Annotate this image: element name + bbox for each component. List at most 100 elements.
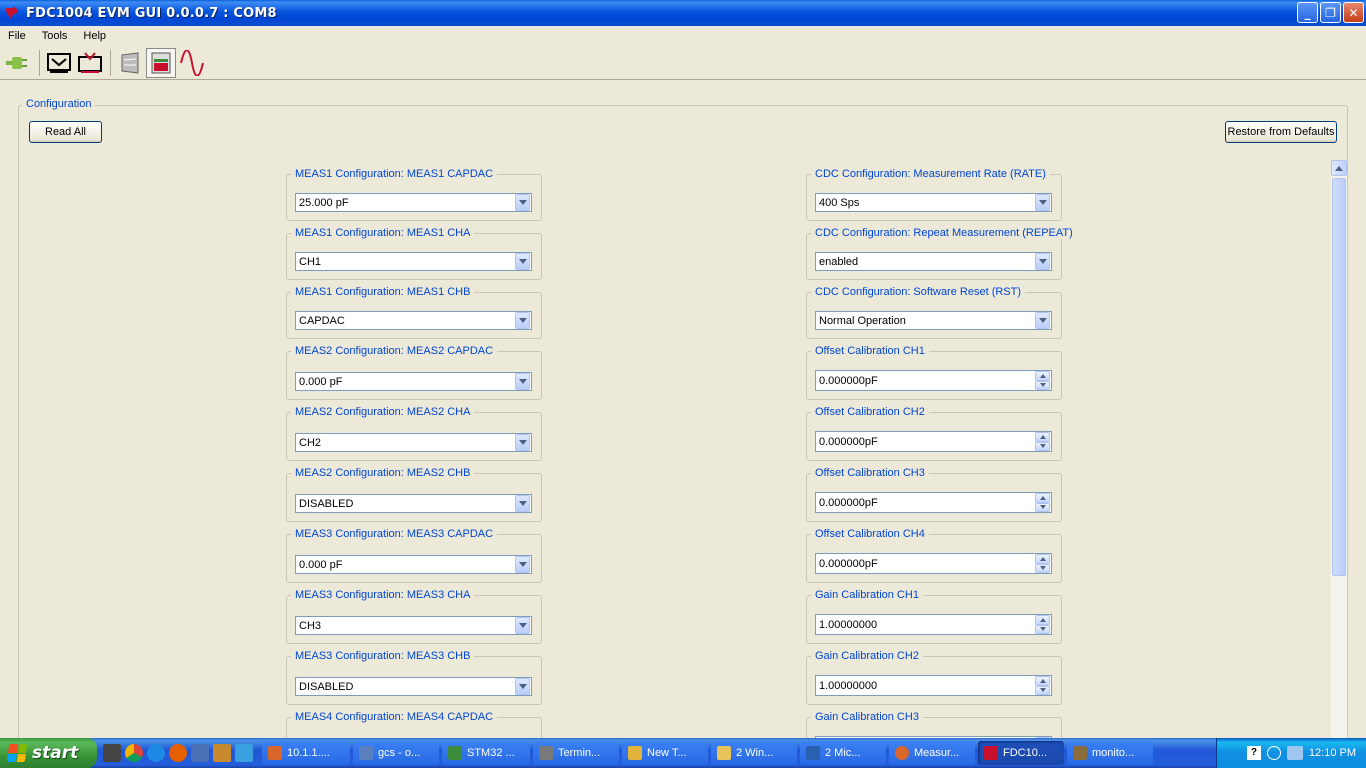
chevron-down-icon[interactable] <box>515 312 530 329</box>
graph-button[interactable] <box>177 48 207 78</box>
offset-ch2-spinner[interactable]: 0.000000pF <box>815 431 1052 452</box>
close-button[interactable]: ✕ <box>1343 2 1364 23</box>
register-map-button[interactable] <box>115 48 145 78</box>
menu-tools[interactable]: Tools <box>34 26 76 46</box>
toolbar-separator <box>39 49 40 76</box>
spin-down-icon[interactable] <box>1035 563 1050 573</box>
quick-launch <box>97 744 259 762</box>
spin-down-icon[interactable] <box>1035 502 1050 512</box>
task-item[interactable]: gcs - o... <box>353 741 439 765</box>
chevron-down-icon[interactable] <box>515 194 530 211</box>
chevron-down-icon[interactable] <box>1035 312 1050 329</box>
menu-help[interactable]: Help <box>75 26 114 46</box>
task-item-active[interactable]: FDC10... <box>978 741 1064 765</box>
toolbar <box>0 46 1366 80</box>
spin-down-icon[interactable] <box>1035 441 1050 451</box>
help-icon[interactable]: ? <box>1246 746 1261 760</box>
restore-button[interactable]: ❐ <box>1320 2 1341 23</box>
chevron-down-icon[interactable] <box>515 495 530 512</box>
offset-ch3-spinner[interactable]: 0.000000pF <box>815 492 1052 513</box>
minimize-button[interactable]: _ <box>1297 2 1318 23</box>
chevron-down-icon[interactable] <box>515 373 530 390</box>
meas1-cha-select[interactable]: CH1 <box>295 252 532 271</box>
chevron-down-icon[interactable] <box>515 556 530 573</box>
spin-up-icon[interactable] <box>1035 432 1050 442</box>
field-label: MEAS2 Configuration: MEAS2 CHB <box>291 467 475 479</box>
field-label: MEAS2 Configuration: MEAS2 CHA <box>291 406 475 418</box>
field-meas3-chb: MEAS3 Configuration: MEAS3 CHB DISABLED <box>286 650 542 705</box>
chevron-down-icon[interactable] <box>515 678 530 695</box>
spin-up-icon[interactable] <box>1035 676 1050 686</box>
meas3-chb-select[interactable]: DISABLED <box>295 677 532 696</box>
field-label: MEAS4 Configuration: MEAS4 CAPDAC <box>291 711 498 723</box>
chevron-down-icon[interactable] <box>1035 194 1050 211</box>
chevron-down-icon[interactable] <box>515 434 530 451</box>
app-icon <box>1073 746 1087 760</box>
spin-down-icon[interactable] <box>1035 624 1050 634</box>
chevron-down-icon[interactable] <box>515 253 530 270</box>
spin-up-icon[interactable] <box>1035 554 1050 564</box>
meas1-chb-select[interactable]: CAPDAC <box>295 311 532 330</box>
connect-button[interactable] <box>4 48 34 78</box>
start-label: start <box>32 743 79 763</box>
task-item[interactable]: New T... <box>622 741 708 765</box>
spin-down-icon[interactable] <box>1035 685 1050 695</box>
cdc-reset-select[interactable]: Normal Operation <box>815 311 1052 330</box>
task-label: FDC10... <box>1003 747 1048 759</box>
spin-down-icon[interactable] <box>1035 380 1050 390</box>
spin-up-icon[interactable] <box>1035 371 1050 381</box>
spin-up-icon[interactable] <box>1035 615 1050 625</box>
monitor-icon[interactable] <box>1286 746 1303 760</box>
firefox-icon[interactable] <box>169 744 187 762</box>
spin-up-icon[interactable] <box>1035 493 1050 503</box>
field-offset-ch2: Offset Calibration CH2 0.000000pF <box>806 406 1062 461</box>
chrome-icon[interactable] <box>125 744 143 762</box>
menu-bar: File Tools Help <box>0 26 1366 46</box>
upload-button[interactable] <box>75 48 105 78</box>
restore-defaults-button[interactable]: Restore from Defaults <box>1225 121 1337 143</box>
task-label: Termin... <box>558 747 601 759</box>
task-item[interactable]: 2 Win... <box>711 741 797 765</box>
task-item[interactable]: 10.1.1.... <box>262 741 350 765</box>
desktop-icon[interactable] <box>103 744 121 762</box>
task-item[interactable]: Measur... <box>889 741 975 765</box>
task-item[interactable]: monito... <box>1067 741 1153 765</box>
download-button[interactable] <box>44 48 74 78</box>
settings-icon[interactable] <box>191 744 209 762</box>
scroll-up-icon[interactable] <box>1331 160 1347 176</box>
meas2-capdac-select[interactable]: 0.000 pF <box>295 372 532 391</box>
gain-ch2-spinner[interactable]: 1.00000000 <box>815 675 1052 696</box>
offset-ch1-spinner[interactable]: 0.000000pF <box>815 370 1052 391</box>
firefox-icon <box>895 746 909 760</box>
field-meas2-cha: MEAS2 Configuration: MEAS2 CHA CH2 <box>286 406 542 461</box>
meas3-capdac-select[interactable]: 0.000 pF <box>295 555 532 574</box>
configuration-button[interactable] <box>146 47 176 78</box>
app-icon[interactable] <box>235 744 253 762</box>
task-item[interactable]: 2 Mic... <box>800 741 886 765</box>
upload-icon <box>78 51 102 73</box>
network-icon[interactable] <box>1266 746 1281 760</box>
meas2-cha-select[interactable]: CH2 <box>295 433 532 452</box>
field-label: MEAS1 Configuration: MEAS1 CHB <box>291 286 475 298</box>
offset-ch4-spinner[interactable]: 0.000000pF <box>815 553 1052 574</box>
meas1-capdac-select[interactable]: 25.000 pF <box>295 193 532 212</box>
menu-file[interactable]: File <box>0 26 34 46</box>
chevron-down-icon[interactable] <box>515 617 530 634</box>
chevron-down-icon[interactable] <box>1035 253 1050 270</box>
task-label: 10.1.1.... <box>287 747 330 759</box>
cdc-rate-select[interactable]: 400 Sps <box>815 193 1052 212</box>
task-item[interactable]: Termin... <box>533 741 619 765</box>
start-button[interactable]: start <box>0 738 97 768</box>
scroll-thumb[interactable] <box>1332 178 1346 576</box>
app-icon[interactable] <box>213 744 231 762</box>
ie-icon[interactable] <box>147 744 165 762</box>
task-label: 2 Win... <box>736 747 774 759</box>
meas2-chb-select[interactable]: DISABLED <box>295 494 532 513</box>
gain-ch1-spinner[interactable]: 1.00000000 <box>815 614 1052 635</box>
task-item[interactable]: STM32 ... <box>442 741 530 765</box>
read-all-button[interactable]: Read All <box>29 121 102 143</box>
cdc-repeat-select[interactable]: enabled <box>815 252 1052 271</box>
meas3-cha-select[interactable]: CH3 <box>295 616 532 635</box>
vertical-scrollbar[interactable] <box>1331 160 1347 740</box>
task-label: STM32 ... <box>467 747 515 759</box>
